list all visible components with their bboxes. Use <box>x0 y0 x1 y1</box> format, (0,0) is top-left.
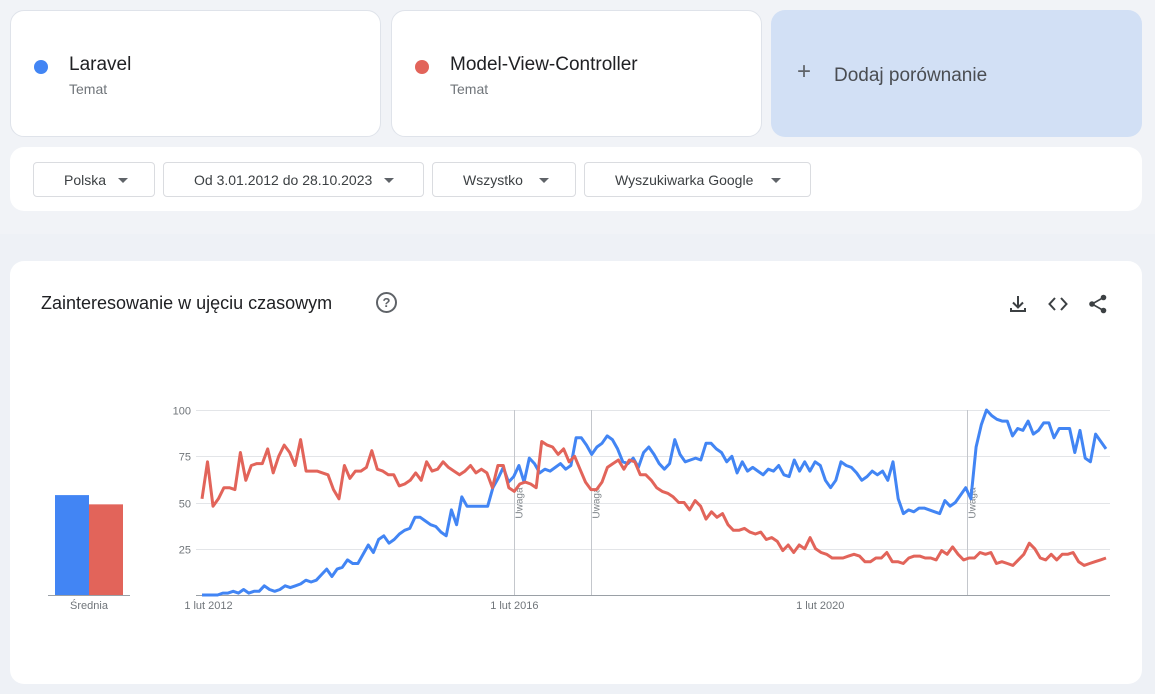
interest-line-chart: 255075100 Uwaga Uwaga Uwaga 1 lut 2012 1 lu… <box>173 406 1110 612</box>
annotation-label[interactable]: Uwaga <box>515 487 526 519</box>
average-bar-chart: Średnia <box>48 495 130 612</box>
y-tick-label: 25 <box>179 545 191 557</box>
x-tick-label: 1 lut 2016 <box>490 600 538 612</box>
average-bar-mvc <box>89 504 123 595</box>
annotation-layer: Uwaga Uwaga Uwaga <box>514 410 979 595</box>
average-label: Średnia <box>70 599 109 612</box>
charts-svg: Średnia 255075100 Uwaga Uwaga Uwaga 1 lut … <box>48 406 1110 612</box>
y-tick-label: 100 <box>173 406 191 418</box>
average-bar-laravel <box>55 495 89 595</box>
annotation-label[interactable]: Uwaga <box>592 487 603 519</box>
x-tick-label: 1 lut 2020 <box>796 600 844 612</box>
y-tick-label: 75 <box>179 452 191 464</box>
y-tick-label: 50 <box>179 499 191 511</box>
x-tick-label: 1 lut 2012 <box>184 600 232 612</box>
x-tick-layer: 1 lut 2012 1 lut 2016 1 lut 2020 <box>184 600 844 612</box>
